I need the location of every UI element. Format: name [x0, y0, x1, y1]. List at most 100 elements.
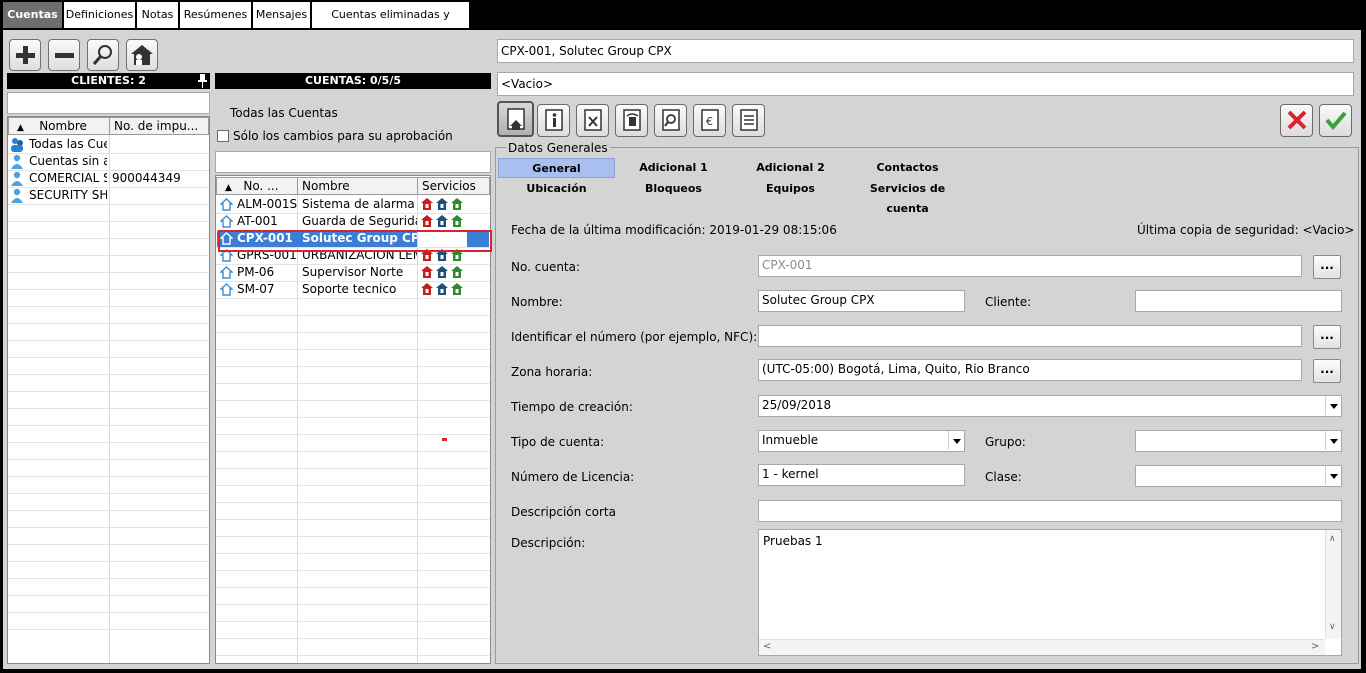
client-name: Cuentas sin a — [29, 154, 107, 168]
form-tab-equipos[interactable]: Equipos — [732, 179, 849, 199]
description-vscrollbar[interactable]: ∧ ∨ — [1325, 530, 1341, 639]
list-item[interactable]: Todas las Cue — [8, 136, 209, 153]
list-document-icon — [740, 109, 758, 131]
service-status-icon — [436, 266, 448, 278]
class-select[interactable] — [1135, 465, 1342, 487]
timezone-field[interactable]: (UTC-05:00) Bogotá, Lima, Quito, Rio Bra… — [758, 359, 1302, 381]
accounts-col-nombre[interactable]: Nombre — [297, 177, 418, 195]
name-field[interactable]: Solutec Group CPX — [758, 290, 965, 312]
identify-field[interactable] — [758, 325, 1302, 347]
accounts-col-servicios[interactable]: Servicios — [417, 177, 490, 195]
accounts-col-no[interactable]: ▲ No. ... — [216, 177, 298, 195]
search-icon — [92, 45, 112, 65]
table-row[interactable]: AT-001 Guarda de Seguridad — [217, 213, 489, 230]
form-tab-general[interactable]: General — [498, 158, 615, 178]
client-name: SECURITY SH — [29, 188, 107, 202]
service-status-icon — [451, 283, 463, 295]
list-item[interactable]: SECURITY SH — [8, 187, 209, 204]
x-document-icon — [584, 109, 602, 131]
table-row[interactable]: SM-07 Soporte tecnico — [217, 281, 489, 298]
accounts-search-input[interactable] — [215, 151, 491, 173]
service-status-icon — [451, 266, 463, 278]
list-button[interactable] — [732, 104, 765, 137]
device-document-icon — [623, 109, 641, 131]
service-status-icon — [421, 266, 433, 278]
account-no-browse-button[interactable]: ... — [1313, 255, 1341, 279]
chevron-down-icon[interactable] — [1325, 466, 1341, 485]
scroll-left-icon[interactable]: < — [763, 641, 771, 652]
euro-document-icon: € — [701, 109, 719, 131]
tab-resumenes[interactable]: Resúmenes — [180, 2, 252, 28]
tab-cuentas-eliminadas[interactable]: Cuentas eliminadas y remotas — [312, 2, 470, 47]
description-value: Pruebas 1 — [763, 534, 823, 548]
chevron-down-icon[interactable] — [948, 431, 964, 450]
account-no: SM-07 — [237, 282, 275, 296]
account-name: Soporte tecnico — [302, 282, 397, 296]
devices-button[interactable] — [615, 104, 648, 137]
form-tab-ubicacion[interactable]: Ubicación — [498, 179, 615, 199]
scroll-up-icon[interactable]: ∧ — [1329, 534, 1336, 544]
pin-icon[interactable] — [197, 74, 207, 88]
clients-col-nombre[interactable]: ▲ Nombre — [8, 117, 110, 135]
info-button[interactable] — [537, 104, 570, 137]
client-field[interactable] — [1135, 290, 1342, 312]
table-row[interactable]: ALM-001S Sistema de alarma — [217, 196, 489, 213]
description-textarea[interactable]: Pruebas 1 ∧ ∨ < > — [758, 529, 1342, 656]
table-row[interactable]: PM-06 Supervisor Norte — [217, 264, 489, 281]
description-hscrollbar[interactable]: < > — [759, 639, 1325, 655]
timezone-browse-button[interactable]: ... — [1313, 359, 1341, 383]
group-select[interactable] — [1135, 430, 1342, 452]
red-marker — [442, 438, 447, 441]
selected-row-highlight — [218, 230, 492, 252]
tab-mensajes[interactable]: Mensajes — [253, 2, 311, 28]
account-type-select[interactable]: Inmueble — [758, 430, 965, 452]
list-item[interactable]: COMERCIAL S 900044349 — [8, 170, 209, 187]
service-status-icon — [451, 215, 463, 227]
clients-search-input[interactable] — [7, 92, 210, 114]
accounts-header: CUENTAS: 0/5/5 — [215, 73, 491, 89]
form-tab-adicional-2[interactable]: Adicional 2 — [732, 158, 849, 178]
short-desc-field[interactable] — [758, 500, 1342, 522]
general-data-legend: Datos Generales — [506, 141, 610, 155]
clients-col-tax[interactable]: No. de impu... — [109, 117, 209, 135]
client-label: Cliente: — [985, 295, 1032, 309]
billing-button[interactable]: € — [693, 104, 726, 137]
chevron-down-icon[interactable] — [1325, 431, 1341, 450]
form-tab-adicional-1[interactable]: Adicional 1 — [615, 158, 732, 178]
svg-text:€: € — [706, 115, 713, 128]
house-icon — [220, 283, 233, 296]
search-document-button[interactable] — [654, 104, 687, 137]
identify-browse-button[interactable]: ... — [1313, 325, 1341, 349]
chevron-down-icon[interactable] — [1325, 396, 1341, 415]
tab-notas[interactable]: Notas — [137, 2, 179, 28]
block-button[interactable] — [576, 104, 609, 137]
list-item[interactable]: Cuentas sin a — [8, 153, 209, 170]
client-accounts-button[interactable] — [126, 39, 158, 71]
tab-cuentas[interactable]: Cuentas — [3, 2, 63, 28]
form-tab-bloqueos[interactable]: Bloqueos — [615, 179, 732, 199]
only-changes-checkbox[interactable] — [217, 130, 229, 142]
scroll-right-icon[interactable]: > — [1311, 641, 1319, 652]
user-icon — [11, 154, 23, 169]
add-client-button[interactable] — [9, 39, 41, 71]
created-date-picker[interactable]: 25/09/2018 — [758, 395, 1342, 417]
service-status-icon — [451, 198, 463, 210]
account-no: ALM-001S — [237, 197, 297, 211]
last-backup-text: Última copia de seguridad: <Vacio> — [1137, 223, 1355, 237]
tab-definiciones[interactable]: Definiciones — [64, 2, 136, 28]
account-subtitle-field: <Vacio> — [497, 72, 1354, 96]
client-name: Todas las Cue — [29, 137, 107, 151]
remove-client-button[interactable] — [48, 39, 80, 71]
scroll-down-icon[interactable]: ∨ — [1329, 622, 1336, 632]
general-data-button[interactable] — [497, 101, 534, 137]
user-icon — [11, 188, 23, 203]
all-accounts-link[interactable]: Todas las Cuentas — [230, 106, 338, 120]
cancel-button[interactable] — [1280, 104, 1313, 137]
save-button[interactable] — [1319, 104, 1352, 137]
account-no-field[interactable]: CPX-001 — [758, 255, 1302, 277]
form-tab-contactos[interactable]: Contactos — [849, 158, 966, 178]
search-client-button[interactable] — [87, 39, 119, 71]
license-field[interactable]: 1 - kernel — [758, 464, 965, 486]
form-tab-servicios-cuenta[interactable]: Servicios de cuenta — [849, 179, 966, 215]
account-name: Supervisor Norte — [302, 265, 404, 279]
